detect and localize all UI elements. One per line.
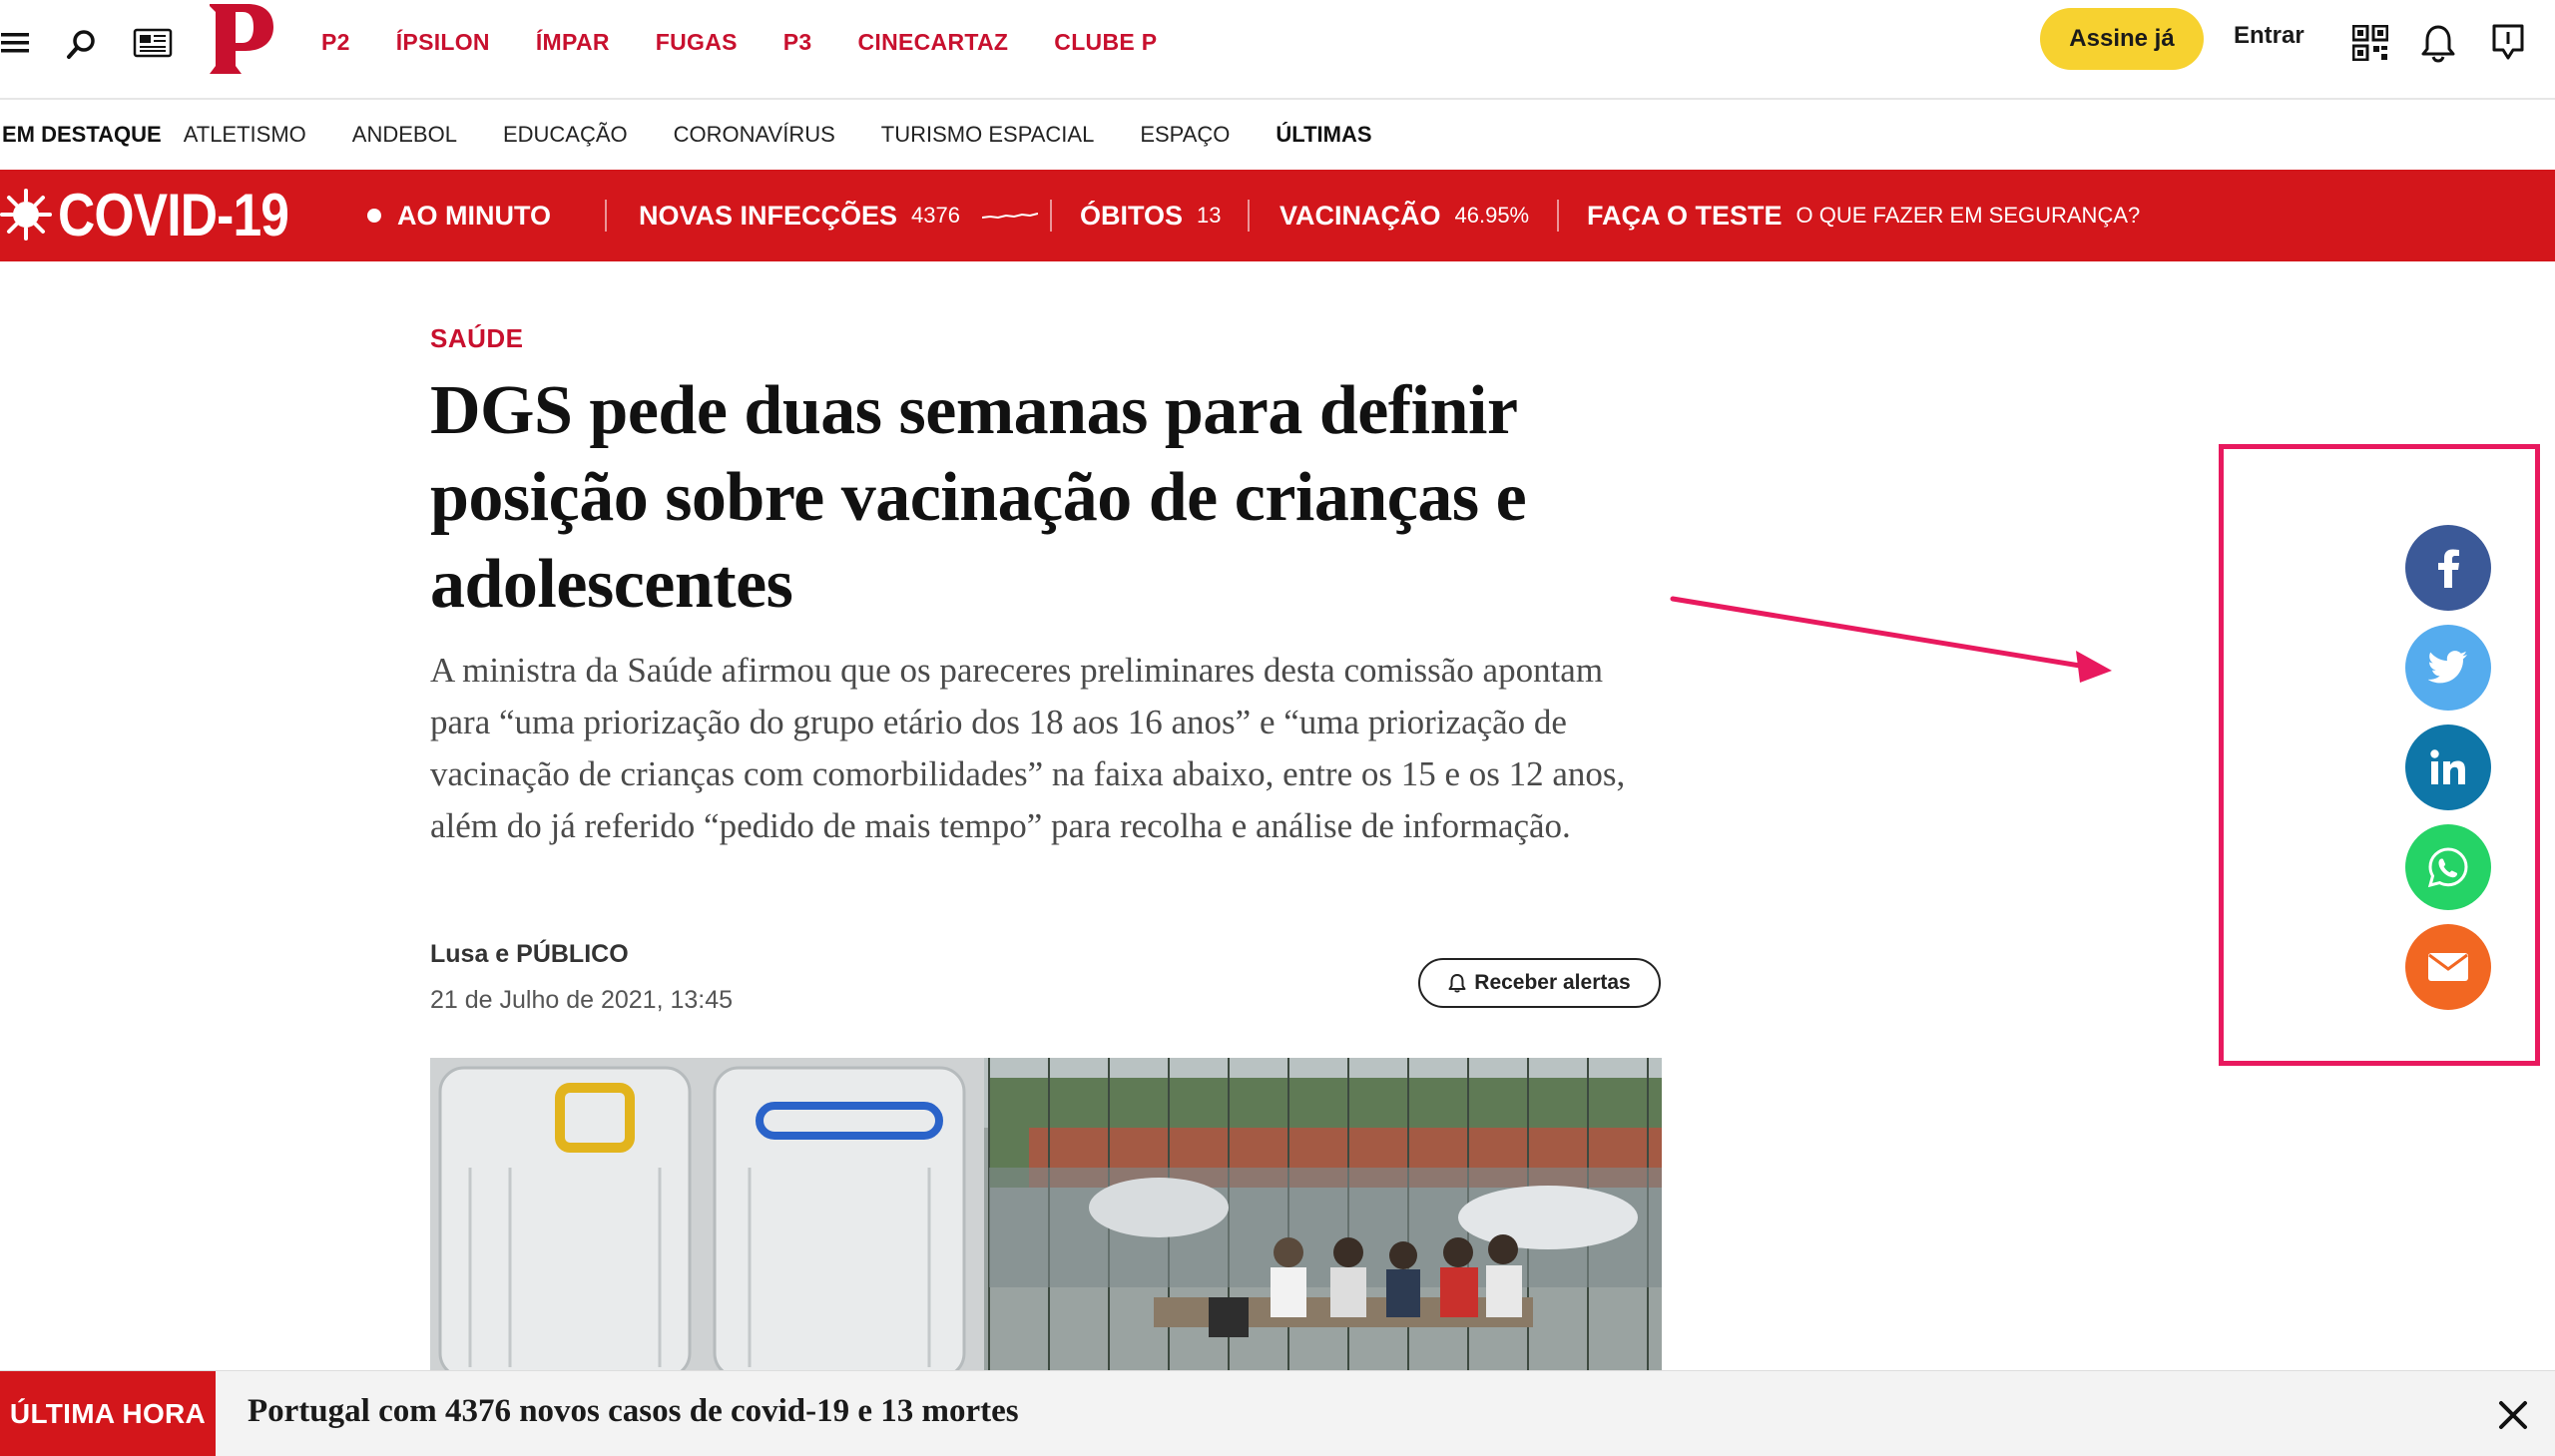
- nav-impar[interactable]: ÍMPAR: [536, 29, 610, 56]
- live-dot-icon: [367, 209, 381, 223]
- article-lede: A ministra da Saúde afirmou que os parec…: [430, 651, 1626, 845]
- infections-sparkline-icon: [981, 213, 1038, 220]
- tag-ultimas[interactable]: ÚLTIMAS: [1276, 122, 1371, 148]
- covid-divider: [1248, 200, 1250, 232]
- email-icon: [2428, 953, 2468, 981]
- login-link[interactable]: Entrar: [2234, 22, 2304, 50]
- facebook-icon: [2438, 549, 2459, 588]
- covid-infections-value: 4376: [911, 203, 960, 228]
- newspaper-icon[interactable]: [132, 26, 174, 60]
- receive-alerts-label: Receber alertas: [1474, 971, 1631, 994]
- covid-deaths-value: 13: [1197, 203, 1222, 228]
- covid-deaths-label: ÓBITOS: [1080, 200, 1184, 231]
- tag-educacao[interactable]: EDUCAÇÃO: [503, 122, 628, 148]
- twitter-icon: [2428, 651, 2467, 684]
- covid-infections[interactable]: NOVAS INFECÇÕES 4376: [639, 170, 1038, 261]
- download-icon[interactable]: [2489, 22, 2527, 64]
- covid-live-link[interactable]: AO MINUTO: [367, 170, 551, 261]
- nav-p2[interactable]: P2: [321, 29, 350, 56]
- share-panel-highlight: [2219, 444, 2540, 1066]
- tag-espaco[interactable]: ESPAÇO: [1140, 122, 1230, 148]
- covid-vaccination-value: 46.95%: [1454, 203, 1530, 228]
- breaking-news-bar[interactable]: ÚLTIMA HORA Portugal com 4376 novos caso…: [0, 1370, 2555, 1456]
- covid-live-label: AO MINUTO: [397, 200, 551, 231]
- covid-divider: [605, 200, 607, 232]
- virus-icon: [0, 189, 52, 241]
- nav-p3[interactable]: P3: [783, 29, 812, 56]
- tag-coronavirus[interactable]: CORONAVÍRUS: [674, 122, 835, 148]
- nav-ipsilon[interactable]: ÍPSILON: [396, 29, 490, 56]
- highlights-label: EM DESTAQUE: [2, 122, 162, 147]
- covid-vaccination[interactable]: VACINAÇÃO 46.95%: [1279, 170, 1529, 261]
- tag-turismo-espacial[interactable]: TURISMO ESPACIAL: [881, 122, 1095, 148]
- share-facebook-button[interactable]: [2405, 525, 2491, 611]
- share-email-button[interactable]: [2405, 924, 2491, 1010]
- covid-test-label: FAÇA O TESTE: [1587, 200, 1783, 231]
- nav-cinecartaz[interactable]: CINECARTAZ: [858, 29, 1009, 56]
- tag-andebol[interactable]: ANDEBOL: [352, 122, 457, 148]
- bell-icon[interactable]: [2419, 22, 2457, 64]
- top-header: P2 ÍPSILON ÍMPAR FUGAS P3 CINECARTAZ CLU…: [0, 0, 2555, 100]
- covid-infections-label: NOVAS INFECÇÕES: [639, 200, 898, 231]
- subscribe-button[interactable]: Assine já: [2040, 8, 2204, 70]
- publico-logo[interactable]: [206, 0, 277, 84]
- breaking-news-tag: ÚLTIMA HORA: [0, 1371, 216, 1456]
- covid-test-sub: O QUE FAZER EM SEGURANÇA?: [1795, 203, 2141, 228]
- tag-atletismo[interactable]: ATLETISMO: [184, 122, 306, 148]
- search-icon[interactable]: [64, 26, 100, 62]
- share-linkedin-button[interactable]: [2405, 725, 2491, 810]
- secondary-nav: EM DESTAQUE ATLETISMO ANDEBOL EDUCAÇÃO C…: [0, 100, 2555, 170]
- qr-code-icon[interactable]: [2351, 24, 2389, 62]
- covid-deaths[interactable]: ÓBITOS 13: [1080, 170, 1222, 261]
- share-whatsapp-button[interactable]: [2405, 824, 2491, 910]
- covid-divider: [1050, 200, 1052, 232]
- annotation-arrow: [1670, 596, 2112, 683]
- article-section[interactable]: SAÚDE: [430, 323, 524, 354]
- article-headline: DGS pede duas semanas para definir posiç…: [430, 372, 1527, 623]
- article-author[interactable]: Lusa e PÚBLICO: [430, 940, 629, 969]
- menu-icon[interactable]: [0, 28, 30, 58]
- whatsapp-icon: [2427, 847, 2468, 888]
- nav-fugas[interactable]: FUGAS: [656, 29, 738, 56]
- covid-test[interactable]: FAÇA O TESTE O QUE FAZER EM SEGURANÇA?: [1587, 170, 2140, 261]
- breaking-news-text[interactable]: Portugal com 4376 novos casos de covid-1…: [248, 1393, 1019, 1430]
- covid-divider: [1557, 200, 1559, 232]
- share-twitter-button[interactable]: [2405, 625, 2491, 711]
- nav-clube-p[interactable]: CLUBE P: [1054, 29, 1157, 56]
- covid-brand-text: COVID-19: [58, 181, 289, 248]
- article-photo: [430, 1058, 1662, 1377]
- covid-vaccination-label: VACINAÇÃO: [1279, 200, 1441, 231]
- linkedin-icon: [2430, 749, 2465, 784]
- covid-bar: COVID-19 AO MINUTO NOVAS INFECÇÕES 4376 …: [0, 170, 2555, 261]
- bell-icon: [1448, 974, 1466, 993]
- main-nav: P2 ÍPSILON ÍMPAR FUGAS P3 CINECARTAZ CLU…: [321, 22, 1203, 62]
- covid-brand[interactable]: COVID-19: [0, 181, 326, 248]
- article-date: 21 de Julho de 2021, 13:45: [430, 986, 734, 1014]
- receive-alerts-button[interactable]: Receber alertas: [1418, 958, 1661, 1008]
- close-icon[interactable]: [2493, 1395, 2533, 1435]
